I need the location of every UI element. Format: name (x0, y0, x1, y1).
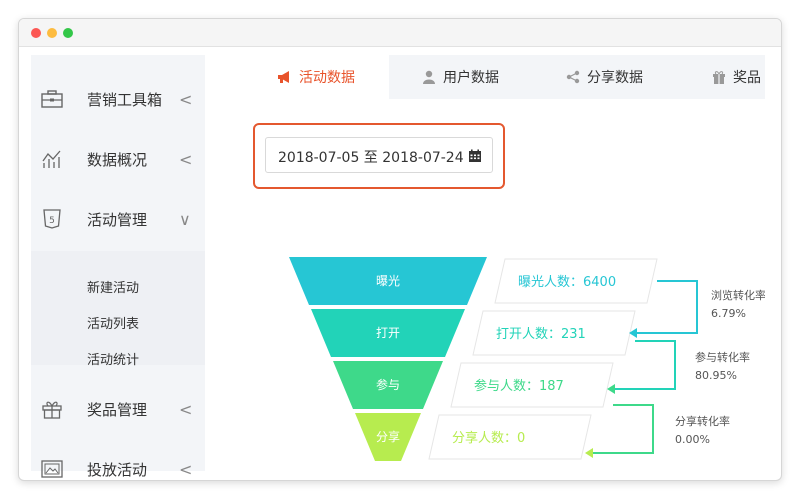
conversion-name: 浏览转化率 (711, 288, 765, 302)
title-bar (19, 19, 781, 47)
svg-text:5: 5 (49, 216, 55, 226)
submenu: 新建活动 活动列表 活动统计 (31, 251, 205, 368)
sidebar-item-activity-management[interactable]: 5 活动管理 ∨ (31, 199, 205, 239)
funnel-stage-name: 参与 (376, 377, 400, 392)
chevron-left-icon: < (179, 89, 193, 109)
briefcase-icon (41, 88, 63, 110)
submenu-item-activity-stats[interactable]: 活动统计 (87, 349, 139, 368)
conversion-value: 6.79% (711, 307, 746, 320)
sidebar-item-label: 投放活动 (87, 460, 148, 479)
sidebar-item-label: 营销工具箱 (87, 90, 163, 109)
image-icon (41, 458, 63, 480)
app-window: 营销工具箱 < 数据概况 < 5 活动管理 ∨ 新建活动 活动列表 活动统计 奖… (18, 18, 782, 481)
arrow-head (585, 448, 593, 458)
funnel-stage-label: 曝光人数：6400 (518, 275, 616, 290)
funnel-stage-label: 打开人数：231 (496, 327, 586, 342)
funnel-stage-label: 分享人数：0 (452, 430, 525, 446)
maximize-window-button[interactable] (63, 28, 73, 38)
chevron-left-icon: < (179, 149, 193, 169)
sidebar-item-label: 数据概况 (87, 150, 148, 169)
main-content: 活动数据 用户数据 分享数据 奖品 2018-07-05 至 2018-07-2… (245, 55, 765, 475)
submenu-item-new-activity[interactable]: 新建活动 (87, 277, 139, 296)
close-window-button[interactable] (31, 28, 41, 38)
sidebar-item-marketing-toolbox[interactable]: 营销工具箱 < (31, 79, 205, 119)
sidebar-item-label: 奖品管理 (87, 400, 148, 419)
sidebar-item-label: 活动管理 (87, 210, 148, 229)
conversion-value: 80.95% (695, 369, 737, 382)
submenu-item-activity-list[interactable]: 活动列表 (87, 313, 139, 332)
gift-icon (41, 398, 63, 420)
sidebar: 营销工具箱 < 数据概况 < 5 活动管理 ∨ 新建活动 活动列表 活动统计 奖… (31, 55, 205, 479)
funnel-chart: 曝光 打开 参与 分享 曝光人数：6400 打开人数：231 参与人数：187 … (289, 257, 765, 461)
minimize-window-button[interactable] (47, 28, 57, 38)
conversion-value: 0.00% (675, 433, 710, 446)
funnel-stage-name: 打开 (376, 326, 400, 340)
conversion-arrow (593, 404, 654, 454)
html5-icon: 5 (41, 208, 63, 230)
chevron-left-icon: < (179, 459, 193, 479)
funnel-stage-label: 参与人数：187 (474, 378, 564, 394)
conversion-name: 参与转化率 (695, 350, 750, 364)
conversion-name: 分享转化率 (675, 414, 730, 428)
sidebar-item-prize-management[interactable]: 奖品管理 < (31, 389, 205, 429)
funnel-stage-name: 分享 (376, 429, 400, 444)
sidebar-item-data-overview[interactable]: 数据概况 < (31, 139, 205, 179)
funnel-stage-name: 曝光 (376, 274, 400, 288)
sidebar-item-launch-activity[interactable]: 投放活动 < (31, 449, 205, 480)
chart-line-icon (41, 148, 63, 170)
chevron-left-icon: < (179, 399, 193, 419)
chevron-down-icon: ∨ (179, 209, 191, 229)
